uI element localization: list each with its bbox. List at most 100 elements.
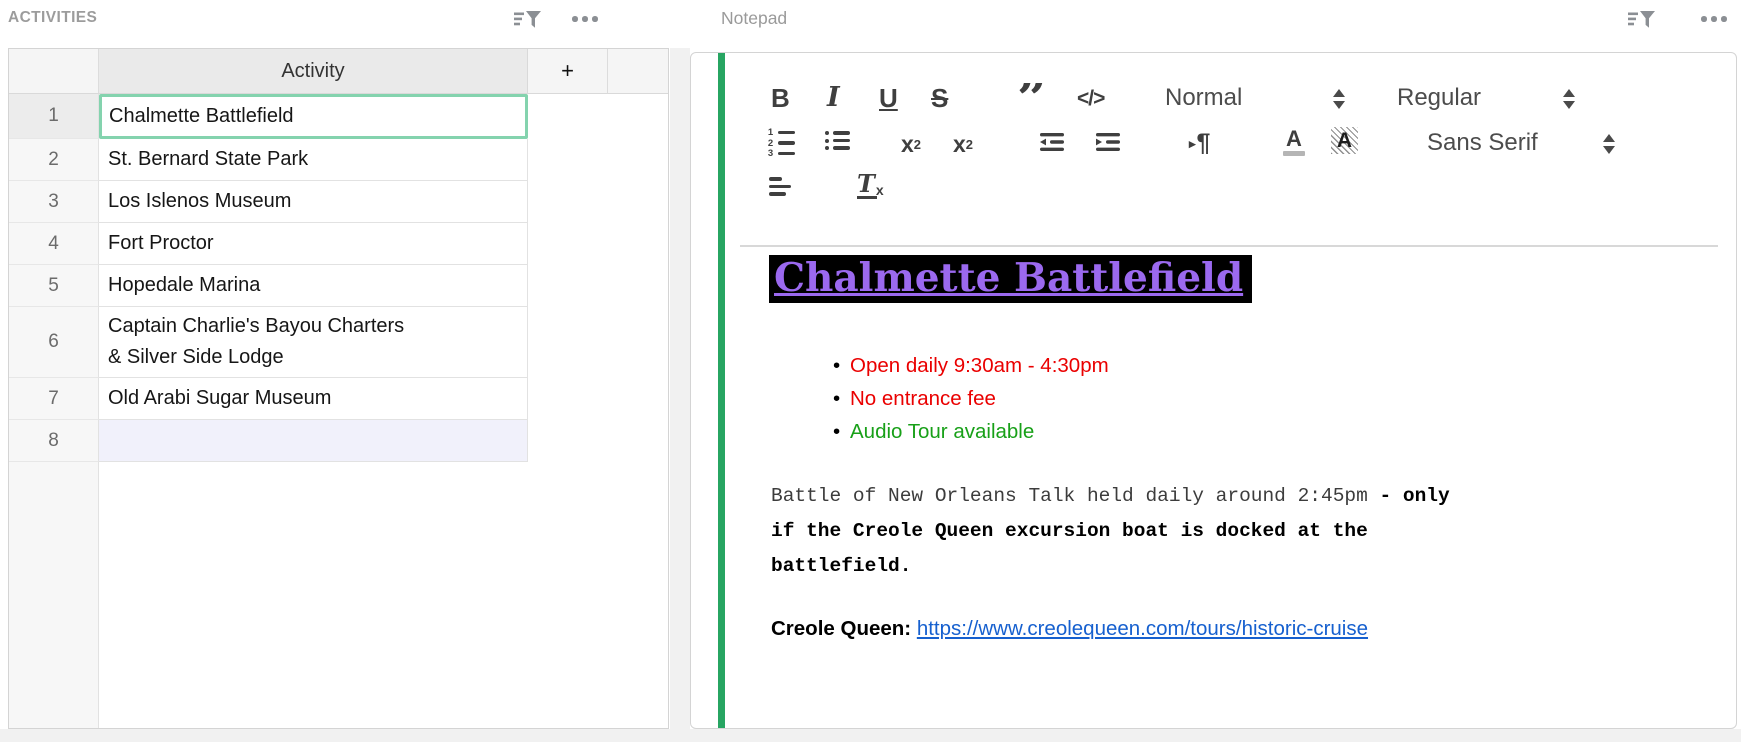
table-row: 7 Old Arabi Sugar Museum [9,378,668,420]
sort-filter-icon [514,11,541,28]
activity-cell[interactable]: Captain Charlie's Bayou Charters & Silve… [99,307,528,378]
table-row: 6 Captain Charlie's Bayou Charters & Silv… [9,307,668,378]
underline-button[interactable]: U [879,83,898,114]
superscript-x: x [953,131,966,157]
table-row: 1 Chalmette Battlefield [9,94,668,139]
italic-button[interactable]: I [827,82,840,113]
row-spacer [528,307,668,378]
note-mono-paragraph: Battle of New Orleans Talk held daily ar… [771,479,1461,584]
activity-cell[interactable] [99,420,528,462]
row-number-cell[interactable]: 5 [9,265,99,307]
ordered-list-button[interactable]: 1 2 3 [767,128,795,158]
table-header-row: Activity + [9,49,668,94]
table-row: 2 St. Bernard State Park [9,139,668,181]
row-number-cell[interactable]: 1 [9,94,99,139]
notepad-card: B I U S ” </> Normal Regular 1 2 3 x 2 x… [690,52,1737,729]
activity-column-header[interactable]: Activity [99,49,528,94]
panel-gap [670,48,690,729]
note-bullet-list: Open daily 9:30am - 4:30pmNo entrance fe… [833,349,1109,448]
clear-format-t: T [857,169,877,199]
bold-button[interactable]: B [771,83,790,114]
row-number-cell[interactable]: 8 [9,420,99,462]
subscript-x: x [901,131,914,157]
align-button[interactable] [769,177,791,196]
extra-header-cell [608,49,668,94]
font-family-dropdown[interactable]: Sans Serif [1427,129,1538,157]
activities-table: Activity + 1 Chalmette Battlefield 2 St. Be… [8,48,669,729]
activities-menu-button[interactable] [566,8,604,30]
activity-cell[interactable]: Old Arabi Sugar Museum [99,378,528,420]
updown-arrows-icon[interactable] [1333,89,1345,109]
blockquote-button[interactable]: ” [1017,83,1047,117]
note-bullet-item: Audio Tour available [833,415,1109,448]
row-spacer [528,139,668,181]
notepad-menu-button[interactable] [1695,8,1733,30]
activity-cell[interactable]: Los Islenos Museum [99,181,528,223]
indent-icon [1096,133,1120,151]
updown-arrows-icon[interactable] [1603,134,1615,154]
clear-format-x: x [875,182,884,198]
row-spacer [528,181,668,223]
row-number-cell[interactable]: 6 [9,307,99,378]
table-row: 5 Hopedale Marina [9,265,668,307]
outdent-icon [1040,133,1064,151]
text-color-icon: A [1286,126,1302,151]
ordered-list-icon: 1 2 3 [767,128,795,158]
note-heading: Chalmette Battlefield [769,255,1253,303]
superscript-2: 2 [965,137,974,152]
indent-button[interactable] [1095,131,1121,153]
ellipsis-icon [572,16,598,22]
pilcrow-icon: ¶ [1196,129,1211,157]
row-spacer [528,265,668,307]
table-row: 8 [9,420,668,462]
empty-cell-area [99,462,528,728]
table-row: 4 Fort Proctor [9,223,668,265]
row-spacer [528,420,668,462]
text-color-swatch [1283,151,1305,156]
creole-queen-link[interactable]: https://www.creolequeen.com/tours/histor… [917,617,1368,640]
font-weight-dropdown[interactable]: Regular [1397,84,1481,112]
text-direction-button[interactable]: ▸ ¶ [1189,129,1210,158]
activity-cell[interactable]: St. Bernard State Park [99,139,528,181]
notepad-sort-filter-button[interactable] [1624,6,1660,36]
note-bullet-item: No entrance fee [833,382,1109,415]
row-spacer [528,378,668,420]
background-color-icon: A [1336,128,1353,152]
sort-filter-icon [1628,11,1655,28]
row-spacer [528,223,668,265]
row-number-cell[interactable]: 2 [9,139,99,181]
ellipsis-icon [1701,16,1727,22]
activity-cell[interactable]: Chalmette Battlefield [99,94,528,139]
clear-formatting-button[interactable]: Tx [857,169,884,199]
bullet-list-button[interactable] [825,131,850,150]
paragraph-style-value: Normal [1165,84,1243,111]
code-view-button[interactable]: </> [1077,87,1105,111]
background-color-button[interactable]: A [1331,127,1358,154]
notepad-panel-title: Notepad [721,8,788,28]
paragraph-style-dropdown[interactable]: Normal [1165,84,1242,112]
activities-sort-filter-button[interactable] [510,6,546,36]
row-spacer [528,94,668,139]
activity-cell[interactable]: Fort Proctor [99,223,528,265]
outdent-button[interactable] [1039,131,1065,153]
row-number-cell[interactable]: 4 [9,223,99,265]
note-link-line: Creole Queen: https://www.creolequeen.co… [771,617,1368,641]
bottom-strip [0,729,1741,742]
add-column-button[interactable]: + [528,49,608,94]
row-number-cell[interactable]: 7 [9,378,99,420]
font-weight-value: Regular [1397,84,1482,111]
note-bullet-item: Open daily 9:30am - 4:30pm [833,349,1109,382]
row-spacer [528,462,668,728]
strikethrough-button[interactable]: S [931,83,948,114]
text-color-button[interactable]: A [1283,126,1305,156]
superscript-button[interactable]: x2 [953,131,973,158]
activities-panel-title: ACTIVITIES [8,9,98,26]
table-body: 1 Chalmette Battlefield 2 St. Bernard State… [9,94,668,728]
subscript-button[interactable]: x2 [901,131,921,158]
updown-arrows-icon[interactable] [1563,89,1575,109]
row-number-cell[interactable]: 3 [9,181,99,223]
row-number-header-cell[interactable] [9,49,99,94]
align-left-icon [769,177,791,196]
table-empty-area [9,462,668,728]
activity-cell[interactable]: Hopedale Marina [99,265,528,307]
